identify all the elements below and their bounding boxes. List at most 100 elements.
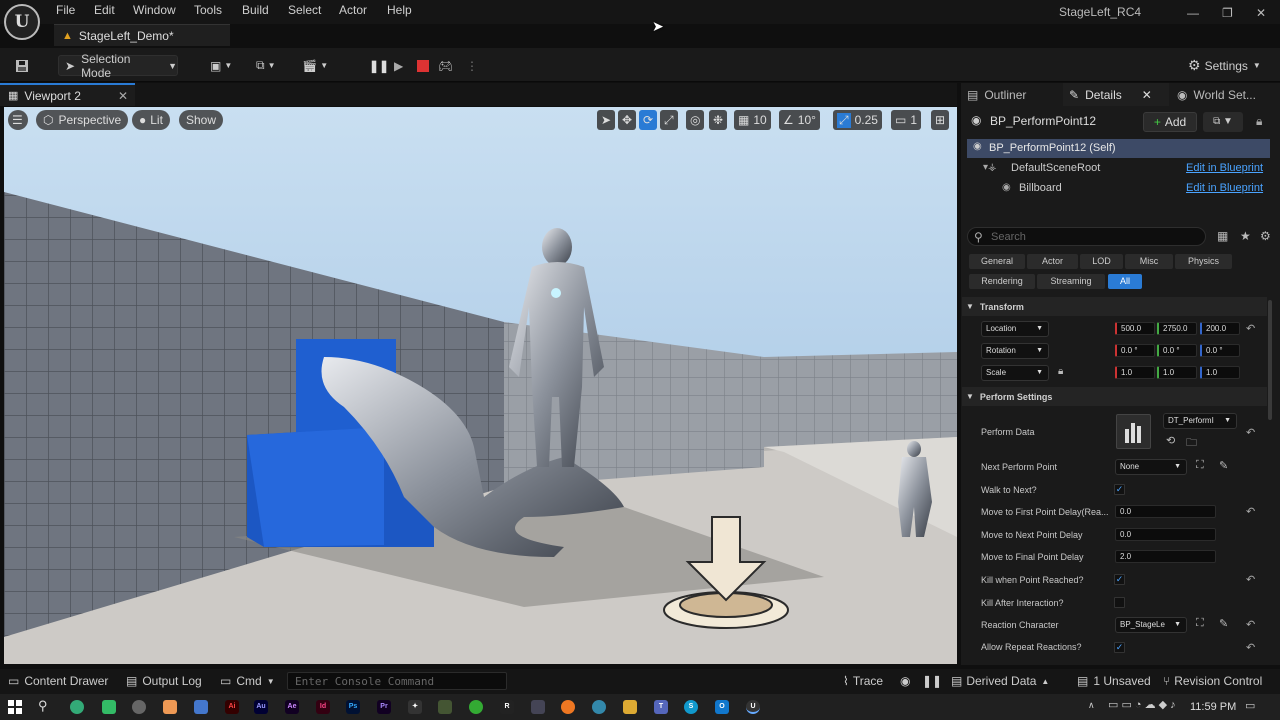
select-tool-icon[interactable]: ➤: [597, 110, 616, 130]
rotate-tool-icon[interactable]: ⟳: [639, 110, 658, 130]
data-table-thumbnail-icon[interactable]: [1116, 414, 1151, 449]
next-delay-field[interactable]: 0.0: [1115, 528, 1216, 541]
folder-icon[interactable]: [623, 700, 637, 714]
world-local-icon[interactable]: ◎: [686, 110, 705, 130]
gear-icon[interactable]: ⚙: [1260, 229, 1271, 243]
pause-trace-icon[interactable]: ❚❚: [922, 674, 942, 688]
aftereffects-icon[interactable]: Ae: [285, 700, 299, 714]
output-log-button[interactable]: ▤ Output Log: [126, 674, 202, 688]
close-tab-icon[interactable]: ✕: [1142, 88, 1152, 102]
illustrator-icon[interactable]: Ai: [225, 700, 239, 714]
selection-mode-dropdown[interactable]: ➤ Selection Mode ▼: [58, 52, 178, 80]
app-icon[interactable]: [194, 700, 208, 714]
app-icon[interactable]: [438, 700, 452, 714]
reset-arrow-icon[interactable]: ↶: [1246, 426, 1255, 439]
eyedropper-icon[interactable]: ✎: [1219, 617, 1228, 630]
details-scrollbar[interactable]: [1268, 300, 1272, 420]
more-options-icon[interactable]: ⋮: [466, 55, 478, 76]
rotation-dropdown[interactable]: Rotation ▼: [981, 343, 1049, 359]
lit-button[interactable]: ● Lit: [132, 110, 170, 130]
trace-button[interactable]: ⌇ Trace: [843, 674, 883, 688]
revision-control-button[interactable]: ⑂ Revision Control: [1163, 674, 1262, 688]
menu-tools[interactable]: Tools: [194, 3, 222, 17]
scale-z-field[interactable]: 1.0: [1200, 366, 1240, 379]
kill-after-checkbox[interactable]: [1114, 597, 1125, 608]
filter-general[interactable]: General: [969, 254, 1025, 269]
level-tab[interactable]: ▲ StageLeft_Demo*: [54, 24, 230, 46]
app-icon[interactable]: ✦: [408, 700, 422, 714]
walk-next-checkbox[interactable]: ✓: [1114, 484, 1125, 495]
chevron-up-icon[interactable]: ∧: [1088, 700, 1095, 711]
cinematics-icon[interactable]: 🎬︎ ▼: [302, 55, 328, 76]
indesign-icon[interactable]: Id: [316, 700, 330, 714]
scale-y-field[interactable]: 1.0: [1157, 366, 1197, 379]
shield-icon[interactable]: [102, 700, 116, 714]
menu-build[interactable]: Build: [242, 3, 269, 17]
perspective-button[interactable]: ⬡ Perspective: [36, 110, 129, 130]
level-viewport[interactable]: [4, 107, 957, 664]
menu-actor[interactable]: Actor: [339, 3, 367, 17]
step-icon[interactable]: ▶: [394, 55, 403, 76]
rotation-y-field[interactable]: 0.0 °: [1157, 344, 1197, 357]
filter-actor[interactable]: Actor: [1027, 254, 1078, 269]
cmd-dropdown[interactable]: ▭ Cmd ▼: [220, 674, 275, 688]
tab-outliner[interactable]: ▤ Outliner: [961, 83, 1061, 106]
hamburger-menu-icon[interactable]: ☰: [8, 110, 28, 130]
reset-arrow-icon[interactable]: ↶: [1246, 573, 1255, 586]
favorite-star-icon[interactable]: ★: [1240, 229, 1251, 243]
browse-folder-icon[interactable]: 🗀: [1186, 434, 1197, 453]
notification-icon[interactable]: ▭: [1245, 699, 1255, 712]
premiere-icon[interactable]: Pr: [377, 700, 391, 714]
close-tab-icon[interactable]: ✕: [118, 89, 128, 103]
firefox-icon[interactable]: [561, 700, 575, 714]
settings-button[interactable]: ⚙ Settings ▼: [1188, 55, 1261, 76]
tree-root-label[interactable]: DefaultSceneRoot: [1011, 162, 1100, 174]
filter-all[interactable]: All: [1108, 274, 1142, 289]
lock-icon[interactable]: 🔒︎: [1058, 366, 1063, 377]
unsaved-button[interactable]: ▤ 1 Unsaved: [1077, 674, 1151, 688]
eyedropper-icon[interactable]: ✎: [1219, 459, 1228, 472]
transform-section-header[interactable]: ▼ Transform: [962, 297, 1267, 316]
viewport-tab[interactable]: ▦ Viewport 2 ✕: [0, 83, 135, 106]
tray-icons[interactable]: ▭ ▭ ◔ ☁ ◆ ♪: [1108, 698, 1176, 711]
location-y-field[interactable]: 2750.0: [1157, 322, 1197, 335]
reset-arrow-icon[interactable]: ↶: [1246, 618, 1255, 631]
reset-arrow-icon[interactable]: ↶: [1246, 505, 1255, 518]
grid-snap-button[interactable]: ▦ 10: [734, 110, 771, 130]
windows-start-icon[interactable]: [8, 700, 22, 714]
reset-arrow-icon[interactable]: ↶: [1246, 641, 1255, 654]
lock-icon[interactable]: 🔒︎: [1256, 114, 1262, 129]
tab-world-settings[interactable]: ◉ World Set...: [1171, 83, 1271, 106]
pick-actor-icon[interactable]: ⛶: [1196, 617, 1204, 630]
photoshop-icon[interactable]: Ps: [346, 700, 360, 714]
angle-snap-button[interactable]: ∠ 10°: [779, 110, 820, 130]
tree-billboard-label[interactable]: Billboard: [1019, 182, 1062, 194]
console-input[interactable]: Enter Console Command: [287, 672, 507, 690]
app-icon[interactable]: [592, 700, 606, 714]
app-icon[interactable]: [469, 700, 483, 714]
record-icon[interactable]: ◉: [900, 674, 910, 688]
outlook-icon[interactable]: O: [715, 700, 729, 714]
tab-details[interactable]: ✎ Details ✕: [1063, 83, 1169, 106]
filter-misc[interactable]: Misc: [1125, 254, 1173, 269]
derived-data-button[interactable]: ▤ Derived Data ▲: [951, 674, 1049, 688]
clock[interactable]: 11:59 PM: [1190, 701, 1236, 713]
app-icon[interactable]: [531, 700, 545, 714]
stop-icon[interactable]: [417, 55, 429, 76]
menu-help[interactable]: Help: [387, 3, 412, 17]
blueprint-icon[interactable]: ⧉ ▼: [256, 55, 276, 76]
menu-select[interactable]: Select: [288, 3, 321, 17]
minimize-icon[interactable]: —: [1187, 6, 1199, 20]
search-input[interactable]: ⚲ Search: [967, 227, 1206, 246]
location-z-field[interactable]: 200.0: [1200, 322, 1240, 335]
perform-data-dropdown[interactable]: DT_PerformI ▼: [1163, 413, 1237, 429]
surface-snap-icon[interactable]: ❉: [709, 110, 728, 130]
kill-reached-checkbox[interactable]: ✓: [1114, 574, 1125, 585]
camera-speed-button[interactable]: ▭ 1: [891, 110, 922, 130]
filter-streaming[interactable]: Streaming: [1037, 274, 1105, 289]
rotation-z-field[interactable]: 0.0 °: [1200, 344, 1240, 357]
location-x-field[interactable]: 500.0: [1115, 322, 1155, 335]
maximize-icon[interactable]: ❐: [1222, 6, 1233, 20]
search-icon[interactable]: ⚲: [38, 698, 48, 714]
audition-icon[interactable]: Au: [254, 700, 268, 714]
